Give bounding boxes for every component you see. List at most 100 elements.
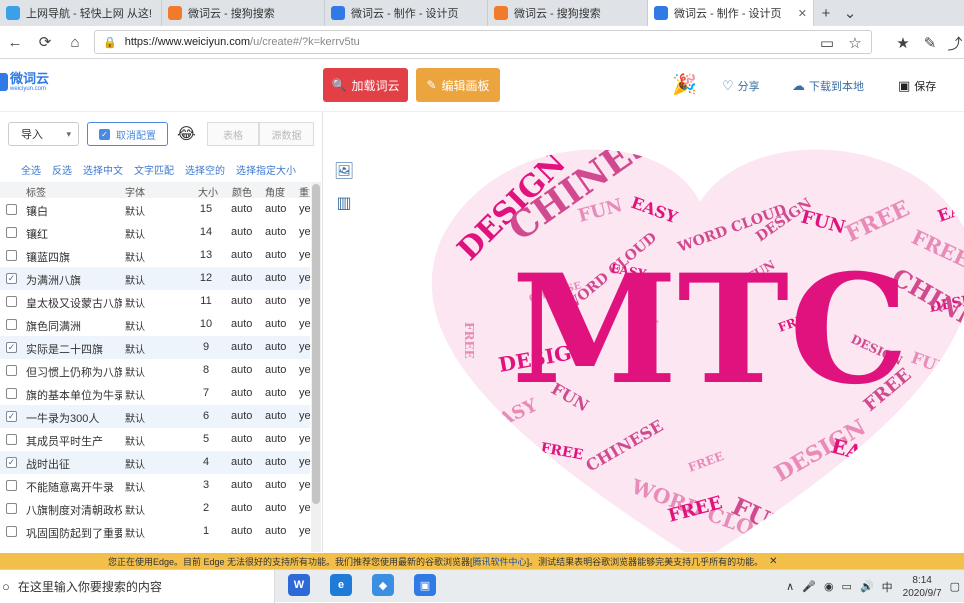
load-cloud-button[interactable]: 🔍 加载词云 <box>323 68 408 102</box>
table-row[interactable]: ✓战时出征默认4autoautoyes <box>0 451 311 474</box>
browser-tab[interactable]: 上网导航 - 轻快上网 从这! <box>0 0 162 26</box>
source-data-tab[interactable]: 源数据 <box>259 122 314 146</box>
cell-label[interactable]: 旗色同满洲 <box>26 318 122 334</box>
download-button[interactable]: ☁ 下载到本地 <box>792 78 864 94</box>
row-checkbox[interactable] <box>6 434 17 445</box>
filter-link[interactable]: 文字匹配 <box>134 162 174 177</box>
filter-link[interactable]: 反选 <box>52 162 72 177</box>
cell-label[interactable]: 旗的基本单位为牛录 <box>26 387 122 403</box>
battery-icon[interactable]: ▭ <box>842 580 852 593</box>
row-checkbox[interactable] <box>6 250 17 261</box>
ime-indicator[interactable]: 中 <box>882 579 893 595</box>
cell-label[interactable]: 实际是二十四旗 <box>26 341 122 357</box>
table-row[interactable]: 不能随意离开牛录默认3autoautoyes <box>0 474 311 497</box>
url-input[interactable]: 🔒 https://www.weiciyun.com /u/create#/?k… <box>94 30 872 54</box>
table-row[interactable]: 八旗制度对清朝政权默认2autoautoyes <box>0 497 311 520</box>
table-row[interactable]: 但习惯上仍称为八旗默认8autoautoyes <box>0 359 311 382</box>
new-tab-icon[interactable]: + <box>814 0 838 26</box>
share-page-icon[interactable]: ⤴ <box>940 28 964 58</box>
reader-view-icon[interactable]: ▭ <box>812 28 842 58</box>
warning-link[interactable]: 腾讯软件中心 <box>473 557 527 567</box>
table-row[interactable]: ✓实际是二十四旗默认9autoautoyes <box>0 336 311 359</box>
word-cloud-canvas[interactable]: DESIGN CHINESE FUN EASY WORD CLOUD FREE DESIGN… <box>430 112 964 552</box>
row-checkbox[interactable]: ✓ <box>6 273 17 284</box>
cell-label[interactable]: 镶白 <box>26 203 122 219</box>
network-icon[interactable]: ◉ <box>824 580 834 593</box>
store-icon[interactable]: ◆ <box>372 574 394 596</box>
clock[interactable]: 8:14 2020/9/7 <box>903 574 942 600</box>
import-select[interactable]: 导入 ▾ <box>8 122 79 146</box>
chevron-up-icon[interactable]: ∧ <box>786 580 794 593</box>
browser-tab[interactable]: 微词云 - 搜狗搜索 <box>488 0 648 26</box>
close-icon[interactable]: ✕ <box>769 556 777 567</box>
table-row[interactable]: ✓为满洲八旗默认12autoautoyes <box>0 267 311 290</box>
row-checkbox[interactable] <box>6 227 17 238</box>
filter-link[interactable]: 选择空的 <box>185 162 225 177</box>
table-row[interactable]: 镶白默认15autoautoyes <box>0 198 311 221</box>
row-checkbox[interactable]: ✓ <box>6 411 17 422</box>
table-row[interactable]: 巩固国防起到了重要默认1autoautoyes <box>0 520 311 543</box>
cell-label[interactable]: 其成员平时生产 <box>26 433 122 449</box>
filter-link[interactable]: 全选 <box>21 162 41 177</box>
row-checkbox[interactable] <box>6 365 17 376</box>
row-checkbox[interactable] <box>6 296 17 307</box>
favorites-list-icon[interactable]: ★ <box>888 28 918 58</box>
row-checkbox[interactable] <box>6 503 17 514</box>
cell-label[interactable]: 为满洲八旗 <box>26 272 122 288</box>
edit-board-button[interactable]: ✎ 编辑画板 <box>416 68 500 102</box>
cell-color: auto <box>231 249 253 261</box>
row-checkbox[interactable] <box>6 480 17 491</box>
row-checkbox[interactable] <box>6 319 17 330</box>
browser-tab[interactable]: 微词云 - 制作 - 设计页 <box>325 0 488 26</box>
table-row[interactable]: 镶蓝四旗默认13autoautoyes <box>0 244 311 267</box>
share-button[interactable]: ♡ 分享 <box>722 78 760 94</box>
row-checkbox[interactable]: ✓ <box>6 342 17 353</box>
emoji-icon[interactable]: 😂 <box>177 124 196 144</box>
scrollbar-thumb[interactable] <box>312 184 320 504</box>
filter-link[interactable]: 选择中文 <box>83 162 123 177</box>
row-checkbox[interactable] <box>6 204 17 215</box>
home-icon[interactable]: ⌂ <box>60 27 90 57</box>
party-popper-icon[interactable]: 🎉 <box>672 72 697 97</box>
image-icon[interactable]: 🖼 <box>333 160 355 182</box>
close-tab-icon[interactable]: ✕ <box>798 7 807 20</box>
table-tab[interactable]: 表格 <box>207 122 259 146</box>
table-row[interactable]: 皇太极又设蒙古八旗默认11autoautoyes <box>0 290 311 313</box>
cell-label[interactable]: 不能随意离开牛录 <box>26 479 122 495</box>
volume-icon[interactable]: 🔊 <box>860 580 874 593</box>
notification-icon[interactable]: ▢ <box>950 580 960 593</box>
favorite-star-icon[interactable]: ☆ <box>840 28 870 58</box>
table-row[interactable]: ✓一牛录为300人默认6autoautoyes <box>0 405 311 428</box>
table-row[interactable]: 镶红默认14autoautoyes <box>0 221 311 244</box>
table-row[interactable]: 旗的基本单位为牛录默认7autoautoyes <box>0 382 311 405</box>
table-row[interactable]: 旗色同满洲默认10autoautoyes <box>0 313 311 336</box>
cell-label[interactable]: 皇太极又设蒙古八旗 <box>26 295 122 311</box>
browser-tab[interactable]: 微词云 - 制作 - 设计页 ✕ <box>648 0 814 26</box>
back-icon[interactable]: ← <box>0 27 30 57</box>
cell-label[interactable]: 巩固国防起到了重要 <box>26 525 122 541</box>
cell-label[interactable]: 战时出征 <box>26 456 122 472</box>
cell-label[interactable]: 镶蓝四旗 <box>26 249 122 265</box>
cell-label[interactable]: 镶红 <box>26 226 122 242</box>
refresh-icon[interactable]: ⟳ <box>30 27 60 57</box>
cell-label[interactable]: 但习惯上仍称为八旗 <box>26 364 122 380</box>
microphone-icon[interactable]: 🎤 <box>802 580 816 593</box>
filter-link[interactable]: 选择指定大小 <box>236 162 296 177</box>
cancel-config-button[interactable]: ✓ 取消配置 <box>87 122 168 146</box>
edge-icon[interactable]: e <box>330 574 352 596</box>
save-button[interactable]: ▣ 保存 <box>898 78 936 94</box>
taskbar-search[interactable]: ○ 在这里输入你要搜索的内容 <box>0 570 275 603</box>
row-checkbox[interactable] <box>6 388 17 399</box>
browser-tab[interactable]: 微词云 - 搜狗搜索 <box>162 0 325 26</box>
word-app-icon[interactable]: W <box>288 574 310 596</box>
cell-label[interactable]: 一牛录为300人 <box>26 410 122 426</box>
app-icon[interactable]: ▣ <box>414 574 436 596</box>
table-scrollbar[interactable] <box>311 182 321 552</box>
table-row[interactable]: 其成员平时生产默认5autoautoyes <box>0 428 311 451</box>
row-checkbox[interactable] <box>6 526 17 537</box>
bar-chart-icon[interactable]: ▥ <box>333 192 355 214</box>
row-checkbox[interactable]: ✓ <box>6 457 17 468</box>
logo[interactable]: 微词云 weiciyun.com <box>0 72 49 92</box>
cell-label[interactable]: 八旗制度对清朝政权 <box>26 502 122 518</box>
tab-list-icon[interactable]: ⌄ <box>838 0 862 26</box>
